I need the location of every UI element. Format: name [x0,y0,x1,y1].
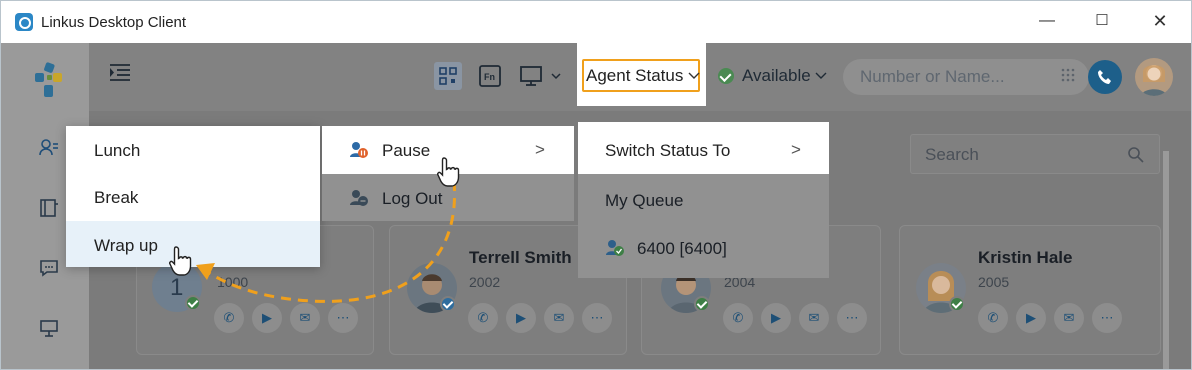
call-action-button[interactable]: ✆ [468,303,498,333]
phone-icon [1098,70,1111,84]
message-action-button[interactable]: ✉ [1054,303,1084,333]
message-action-button[interactable]: ✉ [290,303,320,333]
window-title: Linkus Desktop Client [41,14,187,31]
menu-item-my-queue: My Queue [605,191,684,210]
video-action-button[interactable]: ▶ [761,303,791,333]
brand-logo-icon [35,62,62,97]
video-action-button[interactable]: ▶ [1016,303,1046,333]
contacts-search-placeholder: Search [925,145,979,164]
menu-item-queue-6400[interactable]: 6400 [6400] [637,239,727,259]
more-action-button[interactable]: ⋯ [328,303,358,333]
chevron-right-icon: > [791,140,801,159]
presence-status-dropdown[interactable]: Available [742,66,811,86]
call-action-button[interactable]: ✆ [978,303,1008,333]
contact-name: Terrell Smith [469,248,572,267]
function-key-icon[interactable]: Fn [479,65,501,87]
chevron-right-icon: > [535,140,545,159]
qr-code-icon[interactable] [434,62,462,90]
more-action-button[interactable]: ⋯ [1092,303,1122,333]
contact-initial: 1 [170,274,184,301]
menu-item-wrap-up[interactable]: Wrap up [94,236,158,256]
dial-search-input[interactable]: Number or Name... [843,59,1089,95]
menu-item-break[interactable]: Break [94,188,138,208]
video-action-button[interactable]: ▶ [252,303,282,333]
minimize-icon[interactable]: — [1037,11,1057,31]
messages-icon[interactable] [39,259,59,277]
app-logo-icon [15,13,33,31]
app-window: Linkus Desktop Client — ☐ ✕ Fn Agent Sta… [0,0,1192,370]
scrollbar[interactable] [1163,151,1169,369]
collapse-menu-icon[interactable] [109,63,131,81]
pause-agent-icon [350,142,368,158]
contact-extension: 2002 [469,274,501,290]
message-action-button[interactable]: ✉ [799,303,829,333]
phonebook-icon[interactable] [39,199,59,217]
more-action-button[interactable]: ⋯ [837,303,867,333]
contact-extension: 1000 [217,274,249,290]
more-action-button[interactable]: ⋯ [582,303,612,333]
available-status-icon [694,296,710,312]
available-status-icon [185,295,201,311]
contacts-search-input[interactable]: Search [910,134,1160,174]
airplane-mode-icon [440,296,456,312]
chevron-down-icon [815,72,827,79]
hand-cursor-icon [169,246,192,276]
agent-status-label: Agent Status [586,66,684,85]
menu-item-pause[interactable]: Pause [382,141,430,161]
menu-item-switch-status[interactable]: Switch Status To [605,141,730,161]
dial-search-placeholder: Number or Name... [860,67,1005,86]
call-action-button[interactable]: ✆ [723,303,753,333]
call-action-button[interactable]: ✆ [214,303,244,333]
close-icon[interactable]: ✕ [1150,11,1170,31]
hand-cursor-icon [437,157,460,187]
logout-agent-icon [350,190,368,206]
svg-text:Fn: Fn [484,72,495,82]
monitor-dropdown-icon[interactable] [520,65,564,87]
contact-name: Kristin Hale [978,248,1073,267]
video-action-button[interactable]: ▶ [506,303,536,333]
message-action-button[interactable]: ✉ [544,303,574,333]
presentation-icon[interactable] [39,319,59,337]
dialpad-icon[interactable] [1060,67,1076,83]
menu-item-lunch[interactable]: Lunch [94,141,140,161]
user-avatar[interactable] [1135,58,1173,96]
available-status-icon [949,296,965,312]
maximize-icon[interactable]: ☐ [1092,11,1112,31]
search-icon [1128,147,1144,163]
queue-agent-icon [606,240,624,256]
contact-extension: 2005 [978,274,1010,290]
available-status-icon [718,68,734,84]
title-bar: Linkus Desktop Client — ☐ ✕ [1,1,1191,43]
chevron-down-icon [688,72,700,79]
contacts-icon[interactable] [39,139,59,157]
call-button[interactable] [1088,60,1122,94]
menu-item-log-out[interactable]: Log Out [382,189,443,209]
